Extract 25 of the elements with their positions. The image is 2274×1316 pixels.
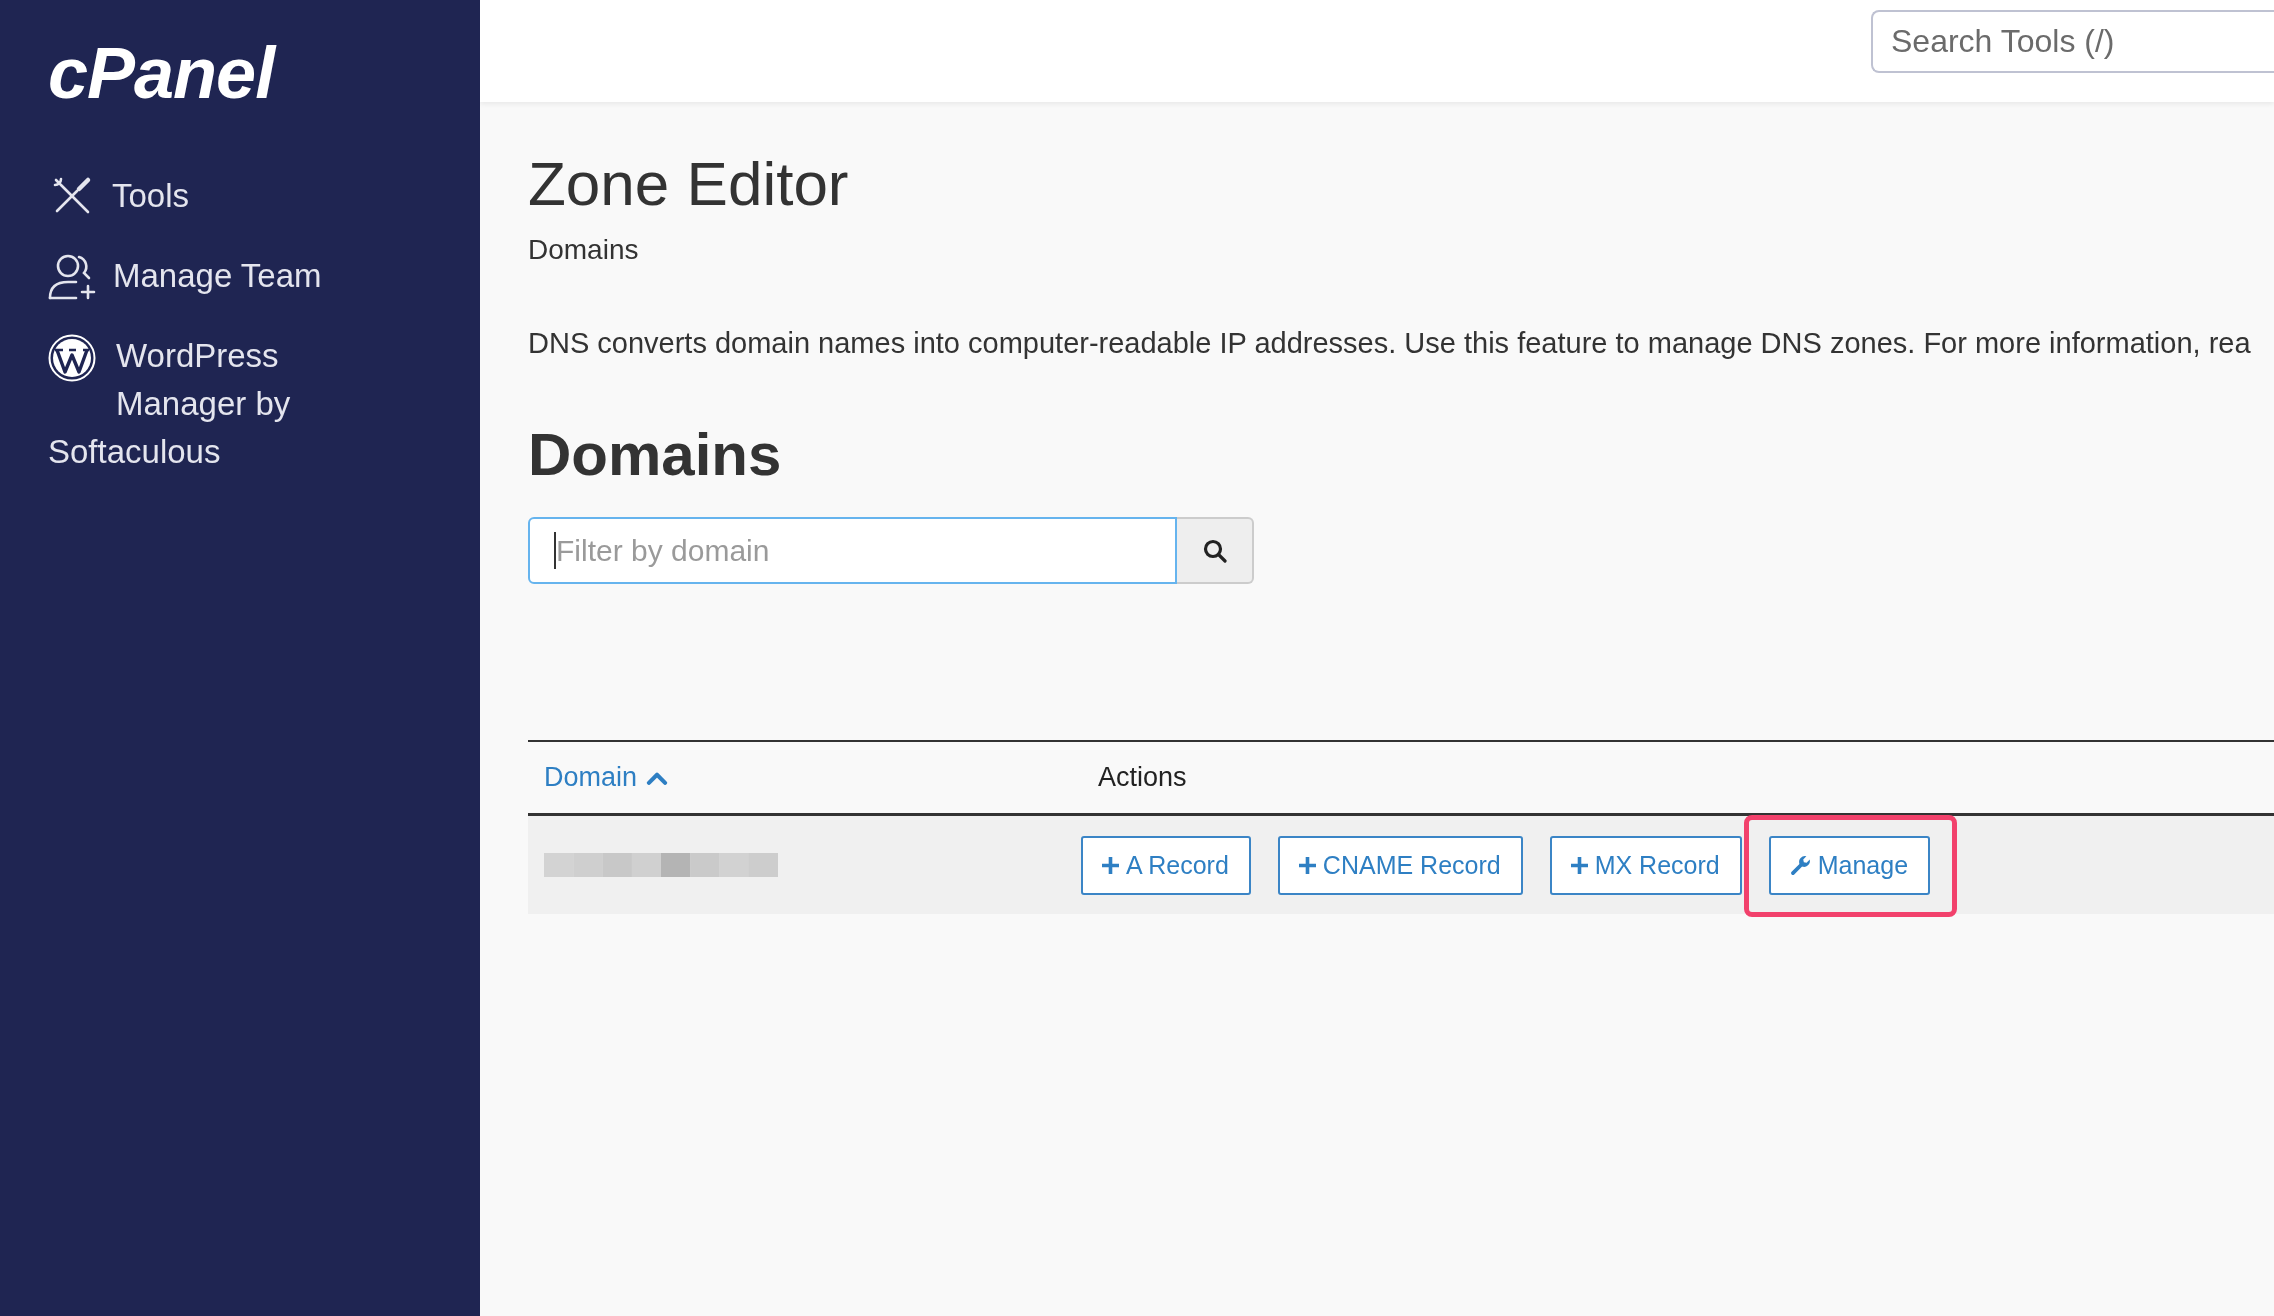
plus-icon [1102, 856, 1119, 874]
search-tools-field[interactable]: Search Tools (/) [1871, 10, 2274, 73]
plus-icon [1570, 856, 1588, 874]
tools-icon [52, 176, 92, 216]
page-subtitle: Domains [528, 233, 639, 267]
column-header-link[interactable]: Domain [544, 762, 669, 793]
page-title: Zone Editor [528, 148, 849, 220]
column-header: Actions [1098, 762, 1187, 793]
manage-button[interactable]: Manage [1768, 835, 1931, 895]
team-add-icon [48, 252, 96, 300]
logo[interactable]: cPanel [48, 40, 275, 106]
wrench-icon [1789, 854, 1811, 876]
description-text: DNS converts domain names into computer-readable IP addresses. Use this feature to manage DNS zones. For more information, rea [528, 326, 2251, 361]
sidebar-item[interactable]: WordPress Manager by Softaculous [48, 332, 340, 476]
search-icon [1202, 538, 1227, 563]
sidebar-item[interactable]: Manage Team [48, 252, 322, 300]
w-circle-logo-icon [48, 334, 96, 382]
section-heading: Domains [528, 420, 782, 490]
add-record-button[interactable]: A Record [1081, 835, 1251, 895]
plus-icon [1298, 856, 1316, 874]
search-button[interactable] [1177, 517, 1254, 584]
add-record-button[interactable]: MX Record [1549, 835, 1742, 895]
filter-field[interactable]: Filter by domain [528, 517, 1177, 584]
add-record-button[interactable]: CNAME Record [1277, 835, 1523, 895]
sidebar-item[interactable]: Tools [48, 172, 190, 220]
